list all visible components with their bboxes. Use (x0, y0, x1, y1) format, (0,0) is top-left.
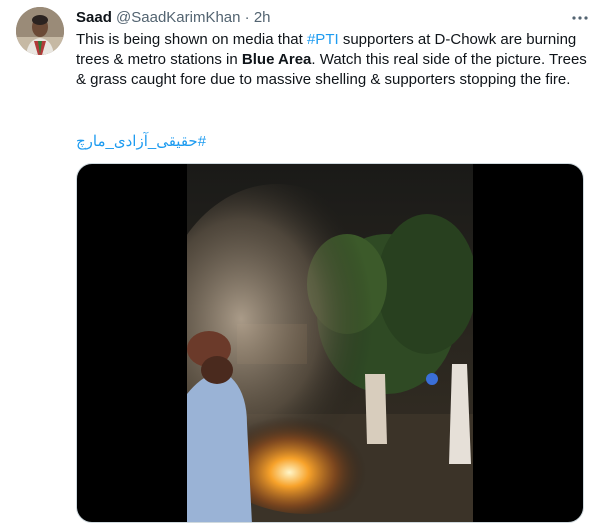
separator: · (244, 9, 250, 26)
avatar[interactable] (16, 7, 64, 55)
more-dots-icon-svg (572, 16, 588, 20)
author-handle[interactable]: @SaadKarimKhan (116, 9, 240, 26)
avatar-photo (16, 7, 64, 55)
tweet-text: This is being shown on media that #PTI s… (76, 30, 588, 90)
more-dots-icon[interactable] (570, 8, 590, 28)
tweet-text-bold: Blue Area (241, 51, 312, 68)
video-media[interactable] (76, 163, 584, 523)
video-frame (187, 164, 473, 522)
video-thumbnail (187, 164, 473, 522)
tweet-time[interactable]: 2h (254, 9, 271, 26)
hashtag-pti-link[interactable]: #PTI (307, 31, 339, 48)
tweet-header: Saad @SaadKarimKhan · 2h (76, 8, 566, 28)
author-name[interactable]: Saad (76, 9, 112, 26)
tweet-text-part1: This is being shown on media that (76, 31, 307, 48)
hashtag-urdu-link[interactable]: #حقیقی_آزادی_مارچ (76, 132, 206, 152)
